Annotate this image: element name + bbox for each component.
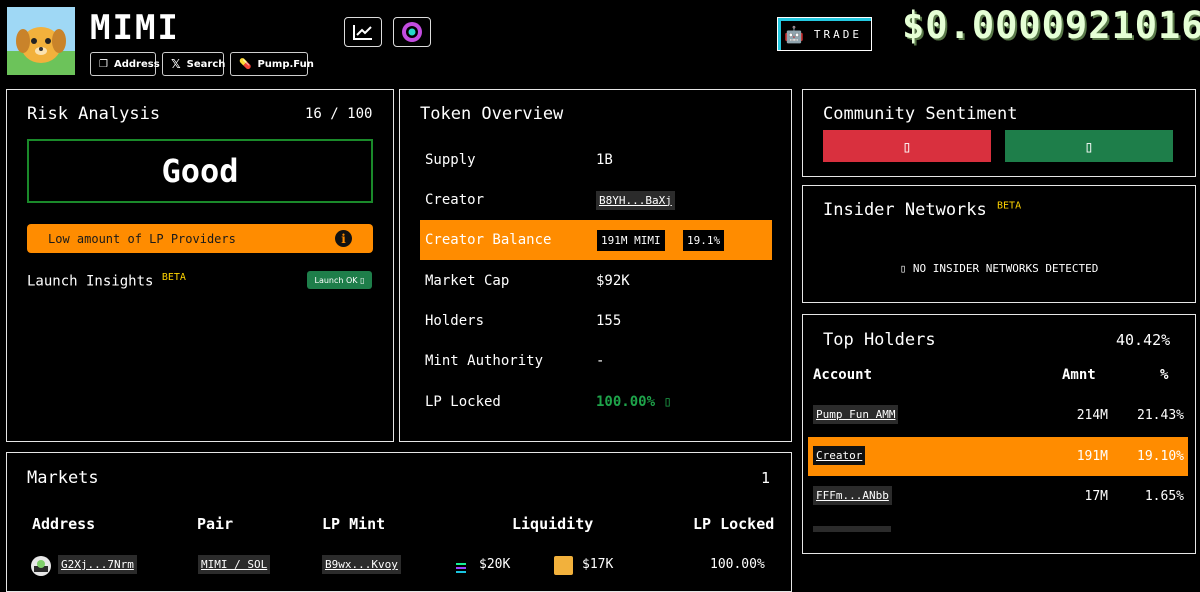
liquidity-sol: $20K <box>479 557 511 572</box>
pumpfun-link[interactable]: 💊 Pump.Fun <box>230 52 314 76</box>
info-icon[interactable]: i <box>335 230 352 247</box>
mint-authority-row: Mint Authority - <box>425 353 605 369</box>
creator-row: Creator B8YH...BaXj <box>420 180 772 220</box>
thumbs-down-button[interactable]: ▯ <box>823 130 991 162</box>
markets-col-lp-mint: LP Mint <box>322 515 386 533</box>
top-holders-panel <box>802 314 1196 554</box>
holder-account-link[interactable]: Pump Fun AMM <box>813 405 899 424</box>
market-lp-mint-link[interactable]: B9wx...Kvoy <box>322 555 401 574</box>
token-mini-icon <box>554 556 573 575</box>
market-lp-locked: 100.00% <box>710 557 765 572</box>
pill-icon: 💊 <box>239 58 252 70</box>
thumbs-up-button[interactable]: ▯ <box>1005 130 1173 162</box>
holders-col-amount: Amnt <box>1062 367 1096 383</box>
copy-icon: ❐ <box>99 58 108 70</box>
thumbs-down-icon: ▯ <box>902 136 912 156</box>
chart-line-icon <box>353 25 372 40</box>
risk-warning[interactable]: Low amount of LP Providers i <box>27 224 373 253</box>
markets-col-liquidity: Liquidity <box>512 515 594 533</box>
holder-account-link[interactable]: Creator <box>813 446 866 465</box>
x-logo-icon: 𝕏 <box>171 57 181 71</box>
token-name: MIMI <box>90 8 180 48</box>
trade-button[interactable]: 🤖 TRADE <box>777 17 872 51</box>
holders-col-pct: % <box>1160 367 1169 383</box>
holder-row-creator: Creator 191M 19.10% <box>808 437 1188 476</box>
market-dex-icon <box>31 556 51 576</box>
insider-beta-badge: BETA <box>997 200 1022 212</box>
holder-account-link[interactable]: FFFm...ANbb <box>813 486 892 505</box>
market-address-link[interactable]: G2Xj...7Nrm <box>58 555 137 574</box>
creator-balance-amount: 191M MIMI <box>597 229 665 251</box>
insider-title: Insider Networks BETA <box>823 200 1022 220</box>
swap-app-button[interactable] <box>393 17 431 47</box>
launch-insights-label: Launch Insights BETA <box>27 272 186 290</box>
holders-col-account: Account <box>813 367 873 383</box>
creator-balance-pct: 19.1% <box>683 229 725 251</box>
token-price: $0.00009210169 <box>902 4 1200 47</box>
markets-title: Markets <box>27 468 99 488</box>
overview-title: Token Overview <box>420 104 564 124</box>
holders-row: Holders 155 <box>425 313 622 329</box>
risk-title: Risk Analysis <box>27 104 161 124</box>
sentiment-title: Community Sentiment <box>823 104 1018 124</box>
chart-button[interactable] <box>344 17 382 47</box>
lp-locked-row: LP Locked 100.00% ▯ <box>425 394 672 410</box>
robot-icon: 🤖 <box>784 24 804 44</box>
thumbs-up-icon: ▯ <box>1084 136 1094 156</box>
beta-badge: BETA <box>161 272 186 283</box>
liquidity-token: $17K <box>582 557 614 572</box>
market-pair-link[interactable]: MIMI / SOL <box>198 555 271 574</box>
holder-row-partial <box>813 526 891 532</box>
markets-col-pair: Pair <box>197 515 234 533</box>
holders-total-pct: 40.42% <box>1116 331 1171 349</box>
supply-row: Supply 1B <box>425 152 613 168</box>
launch-ok-badge[interactable]: Launch OK ▯ <box>307 271 372 289</box>
address-link[interactable]: ❐ Address <box>90 52 160 76</box>
app-logo-icon <box>402 22 422 42</box>
markets-col-lp-locked: LP Locked <box>693 515 775 533</box>
market-cap-row: Market Cap $92K <box>425 273 630 289</box>
risk-rating-box: Good <box>27 139 373 203</box>
risk-rating: Good <box>161 152 239 190</box>
holder-row: Pump Fun AMM 214M 21.43% <box>808 400 1188 432</box>
solana-icon <box>455 559 467 573</box>
search-x-link[interactable]: 𝕏 Search <box>162 52 225 76</box>
token-avatar <box>7 7 75 75</box>
markets-count: 1 <box>761 469 771 487</box>
holder-row: FFFm...ANbb 17M 1.65% <box>808 481 1188 513</box>
creator-balance-row: Creator Balance 191M MIMI 19.1% <box>420 220 772 260</box>
holders-title: Top Holders <box>823 330 936 350</box>
creator-address-link[interactable]: B8YH...BaXj <box>596 190 675 210</box>
insider-empty-state: ▯ NO INSIDER NETWORKS DETECTED <box>899 262 1099 275</box>
markets-col-address: Address <box>32 515 96 533</box>
risk-score: 16 / 100 <box>305 106 373 122</box>
